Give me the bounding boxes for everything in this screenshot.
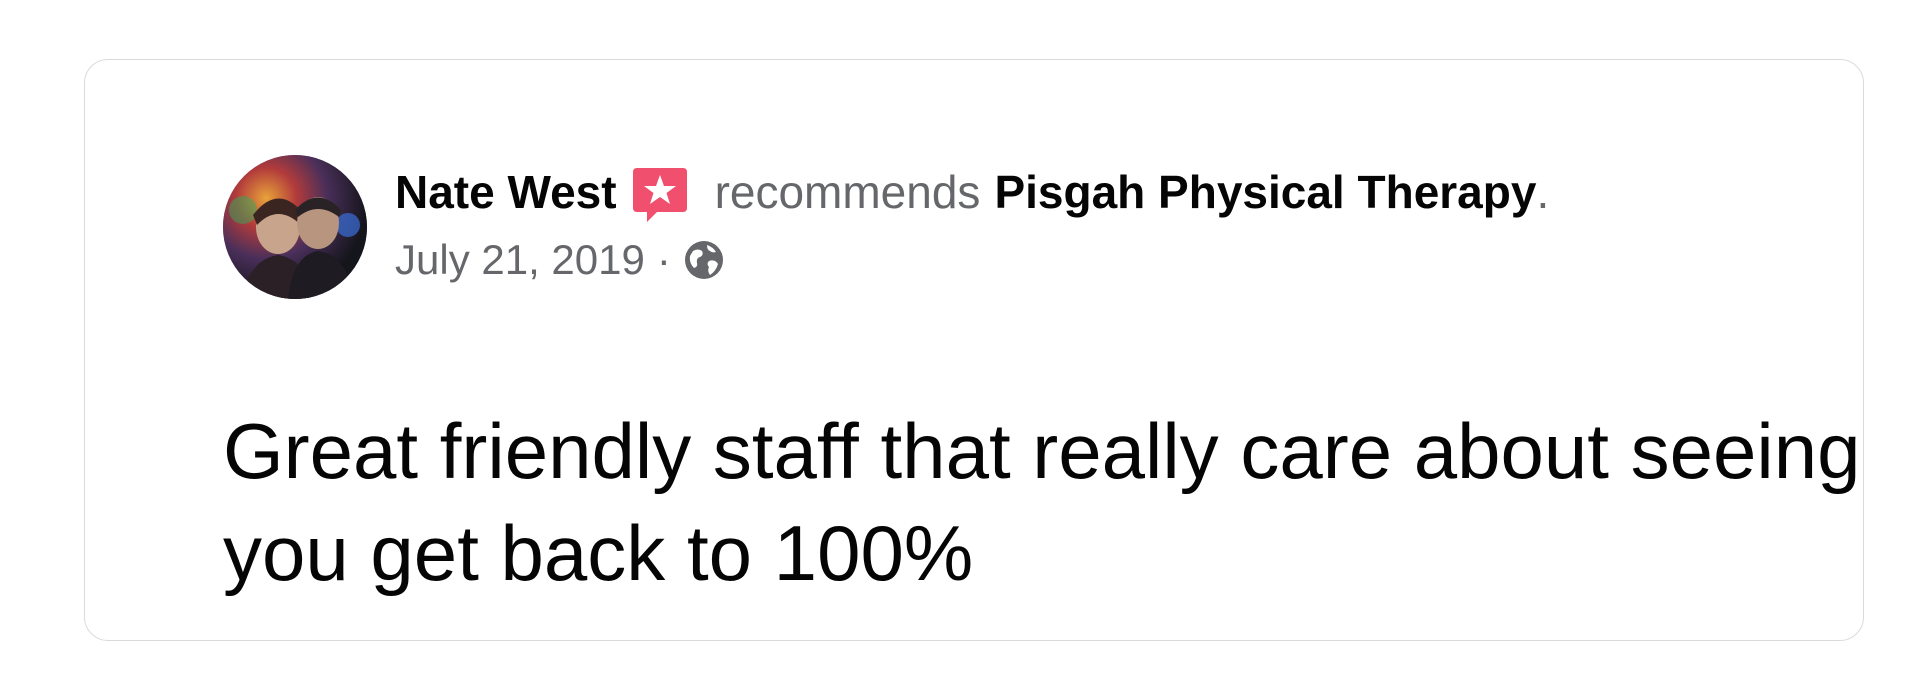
author-name[interactable]: Nate West: [395, 162, 617, 222]
review-card: Nate West recommends Pisgah Physical The…: [84, 59, 1864, 641]
meta-separator: ·: [656, 236, 671, 283]
review-header: Nate West recommends Pisgah Physical The…: [395, 162, 1549, 222]
globe-icon[interactable]: [683, 239, 725, 281]
review-text: Great friendly staff that really care ab…: [223, 407, 1861, 597]
star-speech-bubble-icon: [631, 166, 689, 226]
page-name-link[interactable]: Pisgah Physical Therapy: [994, 162, 1536, 222]
header-period: .: [1536, 166, 1550, 218]
avatar[interactable]: [223, 155, 367, 299]
post-meta: July 21, 2019 ·: [395, 232, 725, 288]
avatar-photo: [223, 155, 367, 299]
recommends-text: recommends: [714, 166, 981, 218]
post-date[interactable]: July 21, 2019: [395, 236, 645, 284]
